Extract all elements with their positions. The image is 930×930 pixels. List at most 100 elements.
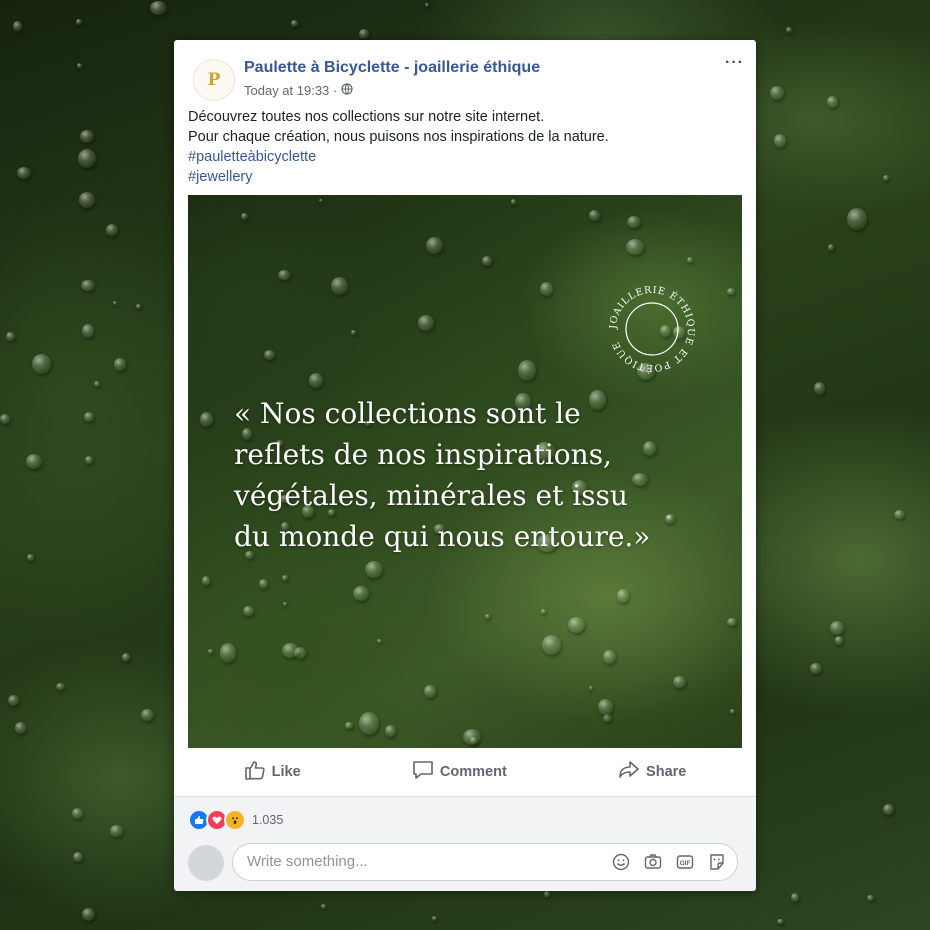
post-footer: 1.035 GIF [174,796,756,891]
water-drop [320,904,326,909]
water-drop [567,617,586,633]
image-quote: « Nos collections sont le reflets de nos… [234,393,704,557]
water-drop [201,575,211,586]
water-drop [73,852,83,862]
water-drop [106,224,118,237]
svg-text:GIF: GIF [680,860,691,867]
water-drop [27,554,35,561]
water-drop [359,712,380,735]
water-drop [16,167,32,179]
water-drop [484,613,490,619]
facebook-post-card: P Paulette à Bicyclette - joaillerie éth… [174,40,756,891]
comment-box: GIF [232,843,738,881]
water-drop [282,643,300,658]
quote-line: reflets de nos inspirations, [234,438,612,471]
hashtag-link[interactable]: #jewellery [188,167,748,187]
share-icon [618,760,640,784]
water-drop [13,21,22,32]
water-drop [79,129,94,143]
seal-logo: JOAILLERIE ÉTHIQUE ET POÉTIQUE [608,285,695,374]
water-drop [6,331,15,342]
water-drop [290,19,298,28]
water-drop [847,208,867,231]
water-drop [364,560,384,579]
water-drop [352,586,369,601]
emoji-icon[interactable] [611,852,631,872]
water-drop [331,276,349,295]
water-drop [777,918,784,924]
water-drop [866,895,874,901]
like-button[interactable]: Like [244,760,301,784]
user-avatar [188,845,224,881]
water-drop [351,330,356,335]
water-drop [626,215,642,228]
water-drop [417,315,435,331]
comment-tools: GIF [611,852,727,872]
water-drop [603,713,613,722]
wow-icon [224,809,246,831]
water-drop [319,198,324,203]
water-drop [425,236,443,254]
water-drop [263,349,276,360]
post-timestamp[interactable]: Today at 19:33 · [244,83,337,98]
water-drop [770,86,785,100]
water-drop [834,636,844,645]
water-drop [384,724,396,738]
thumbs-up-icon [244,760,266,784]
water-drop [729,709,735,714]
globe-icon [341,83,353,98]
water-drop [150,0,167,16]
water-drop [283,602,288,607]
share-button[interactable]: Share [618,760,686,784]
water-drop [726,617,737,626]
water-drop [893,509,905,520]
water-drop [598,698,614,715]
water-drop [673,675,687,688]
water-drop [358,29,370,39]
water-drop [80,279,95,292]
water-drop [463,729,481,746]
water-drop [588,686,594,691]
more-options-button[interactable]: ··· [725,54,744,72]
quote-line: « Nos collections sont le [234,397,581,430]
water-drop [219,643,237,663]
post-text-line: Découvrez toutes nos collections sur not… [188,109,545,125]
water-drop [278,270,291,281]
water-drop [26,454,43,469]
comment-button[interactable]: Comment [412,760,507,784]
share-label: Share [646,764,687,780]
water-drop [345,722,353,729]
water-drop [7,694,20,706]
water-drop [282,575,288,581]
water-drop [140,708,154,721]
water-drop [259,578,268,589]
water-drop [726,288,735,295]
gif-icon[interactable]: GIF [675,852,695,872]
sticker-icon[interactable] [707,852,727,872]
comment-input[interactable] [247,844,577,880]
post-image[interactable]: JOAILLERIE ÉTHIQUE ET POÉTIQUE « Nos col… [188,195,742,748]
post-meta: Today at 19:33 · [244,83,353,98]
camera-icon[interactable] [643,852,663,872]
water-drop [0,414,11,424]
water-drop [883,803,894,816]
water-drop [241,213,249,221]
quote-line: végétales, minérales et issu [234,479,628,512]
reaction-count: 1.035 [252,813,284,827]
water-drop [541,634,562,655]
water-drop [424,685,436,699]
page-avatar[interactable]: P [193,59,235,101]
water-drop [539,281,554,297]
water-drop [511,199,516,205]
water-drop [883,174,890,181]
water-drop [200,412,214,427]
water-drop [541,609,546,614]
reactions-summary[interactable]: 1.035 [188,809,283,831]
water-drop [242,605,254,616]
water-drop [602,649,617,664]
water-drop [431,916,437,921]
page-name-link[interactable]: Paulette à Bicyclette - joaillerie éthiq… [244,59,540,77]
water-drop [625,238,645,256]
hashtag-link[interactable]: #pauletteàbicyclette [188,147,748,167]
water-drop [827,96,839,108]
